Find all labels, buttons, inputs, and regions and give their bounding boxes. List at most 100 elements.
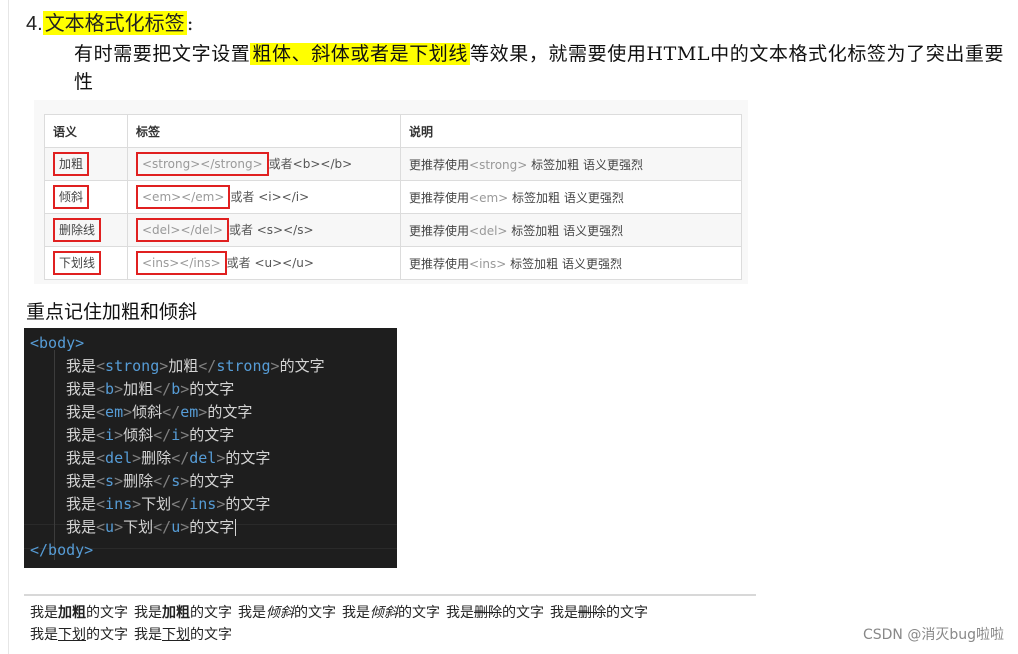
header-note: 说明 <box>400 114 742 148</box>
note-b: 标签加粗 语义更强烈 <box>507 223 624 238</box>
cell-note: 更推荐使用<ins> 标签加粗 语义更强烈 <box>400 246 742 280</box>
code-word: 倾斜 <box>123 426 154 444</box>
cell-note: 更推荐使用<em> 标签加粗 语义更强烈 <box>400 180 742 214</box>
note-b: 标签加粗 语义更强烈 <box>506 256 622 271</box>
code-pre: 我是 <box>66 472 97 490</box>
code-pre: 我是 <box>66 449 97 467</box>
table-row: 删除线 <del></del> 或者 <s></s> 更推荐使用<del> 标签加粗 … <box>44 213 742 247</box>
rendered-output: 我是加粗的文字 我是加粗的文字 我是倾斜的文字 我是倾斜的文字 我是删除的文字 我是删除的… <box>30 602 770 646</box>
code-word: 删除 <box>123 472 154 490</box>
cell-note: 更推荐使用<strong> 标签加粗 语义更强烈 <box>400 147 742 181</box>
cell-meaning: 倾斜 <box>44 180 128 214</box>
note-tag: <ins> <box>469 256 507 271</box>
tag-alt: 或者 <s></s> <box>228 223 314 237</box>
output-word: 加粗 <box>58 605 86 621</box>
code-close-tag: b <box>171 380 181 398</box>
output-post: 的文字 <box>502 605 544 621</box>
code-pre: 我是 <box>66 403 97 421</box>
table-row: 倾斜 <em></em> 或者 <i></i> 更推荐使用<em> 标签加粗 语义更强… <box>44 180 742 214</box>
header-meaning: 语义 <box>44 114 128 148</box>
output-pre: 我是 <box>238 605 266 621</box>
code-line: 我是<em>倾斜</em>的文字 <box>66 403 253 421</box>
meaning-mark: 倾斜 <box>53 185 90 209</box>
text-cursor <box>235 519 237 536</box>
document-page: 4. 文本格式化标签: 有时需要把文字设置 粗体、斜体或者是下划线 等效果，就需要使用… <box>0 0 1018 654</box>
tag-mark: <del></del> <box>136 218 229 242</box>
meaning-mark: 加粗 <box>53 152 90 176</box>
heading-title: 文本格式化标签 <box>42 11 187 35</box>
code-post: 的文字 <box>225 449 271 467</box>
meaning-mark: 下划线 <box>53 251 102 275</box>
output-word: 下划 <box>58 627 86 643</box>
note-a: 更推荐使用 <box>409 256 470 271</box>
output-post: 的文字 <box>86 627 128 643</box>
note-tag: <del> <box>469 223 508 238</box>
output-pre: 我是 <box>550 605 578 621</box>
output-item: 我是倾斜的文字 <box>342 605 440 621</box>
code-close-tag: strong <box>216 357 271 375</box>
output-post: 的文字 <box>606 605 648 621</box>
cell-meaning: 下划线 <box>44 246 128 280</box>
cell-meaning: 删除线 <box>44 213 128 247</box>
code-pre: 我是 <box>66 495 97 513</box>
code-post: 的文字 <box>225 495 271 513</box>
code-tag: s <box>105 472 115 490</box>
tag-mark: <strong></strong> <box>136 152 269 176</box>
tag-alt: 或者 <i></i> <box>230 190 310 204</box>
note-b: 标签加粗 语义更强烈 <box>508 190 624 205</box>
code-word: 倾斜 <box>132 403 163 421</box>
output-item: 我是下划的文字 <box>30 627 128 643</box>
code-word: 删除 <box>141 449 172 467</box>
cell-meaning: 加粗 <box>44 147 128 181</box>
table-header-row: 语义 标签 说明 <box>44 114 742 148</box>
code-tag: del <box>105 449 133 467</box>
code-line: 我是<i>倾斜</i>的文字 <box>66 426 235 444</box>
output-item: 我是删除的文字 <box>446 605 544 621</box>
tag-alt: 或者 <u></u> <box>226 256 314 270</box>
output-post: 的文字 <box>398 605 440 621</box>
code-tag: b <box>105 380 115 398</box>
code-line: 我是<ins>下划</ins>的文字 <box>66 495 271 513</box>
divider <box>24 594 756 596</box>
code-line: 我是<strong>加粗</strong>的文字 <box>66 357 325 375</box>
output-word: 倾斜 <box>370 605 398 621</box>
watermark: CSDN @消灭bug啦啦 <box>862 627 1004 643</box>
code-tag: ins <box>105 495 133 513</box>
heading-number: 4. <box>26 13 43 35</box>
section-heading: 4. 文本格式化标签: <box>26 10 193 37</box>
para-highlight: 粗体、斜体或者是下划线 <box>250 43 471 65</box>
output-item: 我是加粗的文字 <box>134 605 232 621</box>
code-close-tag: u <box>171 518 181 536</box>
meaning-mark: 删除线 <box>53 218 102 242</box>
code-close-tag: del <box>189 449 217 467</box>
code-tag: i <box>105 426 115 444</box>
output-pre: 我是 <box>446 605 474 621</box>
code-tag: em <box>105 403 124 421</box>
code-open-tag: <body> <box>30 334 85 352</box>
code-line: 我是<s>删除</s>的文字 <box>66 472 235 490</box>
code-pre: 我是 <box>66 380 97 398</box>
output-pre: 我是 <box>30 605 58 621</box>
note-tag: <strong> <box>469 157 528 172</box>
code-close-tag: em <box>180 403 199 421</box>
code-pre: 我是 <box>66 426 97 444</box>
heading-colon: : <box>186 11 194 35</box>
cell-tag: <em></em> 或者 <i></i> <box>127 180 401 214</box>
header-tag: 标签 <box>127 114 401 148</box>
code-pre: 我是 <box>66 518 97 536</box>
code-line-close: </body> <box>30 539 93 562</box>
output-post: 的文字 <box>190 605 232 621</box>
note-a: 更推荐使用 <box>409 223 470 238</box>
output-post: 的文字 <box>86 605 128 621</box>
note-tag: <em> <box>469 190 509 205</box>
code-word: 下划 <box>141 495 172 513</box>
code-close-tag: ins <box>189 495 217 513</box>
code-line: 我是<u>下划</u>的文字 <box>66 518 237 536</box>
code-close-body: </body> <box>30 541 94 559</box>
output-pre: 我是 <box>134 605 162 621</box>
table-row: 下划线 <ins></ins> 或者 <u></u> 更推荐使用<ins> 标签加粗 … <box>44 246 742 280</box>
code-line: 我是<del>删除</del>的文字 <box>66 449 271 467</box>
code-line: 我是<b>加粗</b>的文字 <box>66 380 235 398</box>
code-post: 的文字 <box>189 518 235 536</box>
output-item: 我是加粗的文字 <box>30 605 128 621</box>
